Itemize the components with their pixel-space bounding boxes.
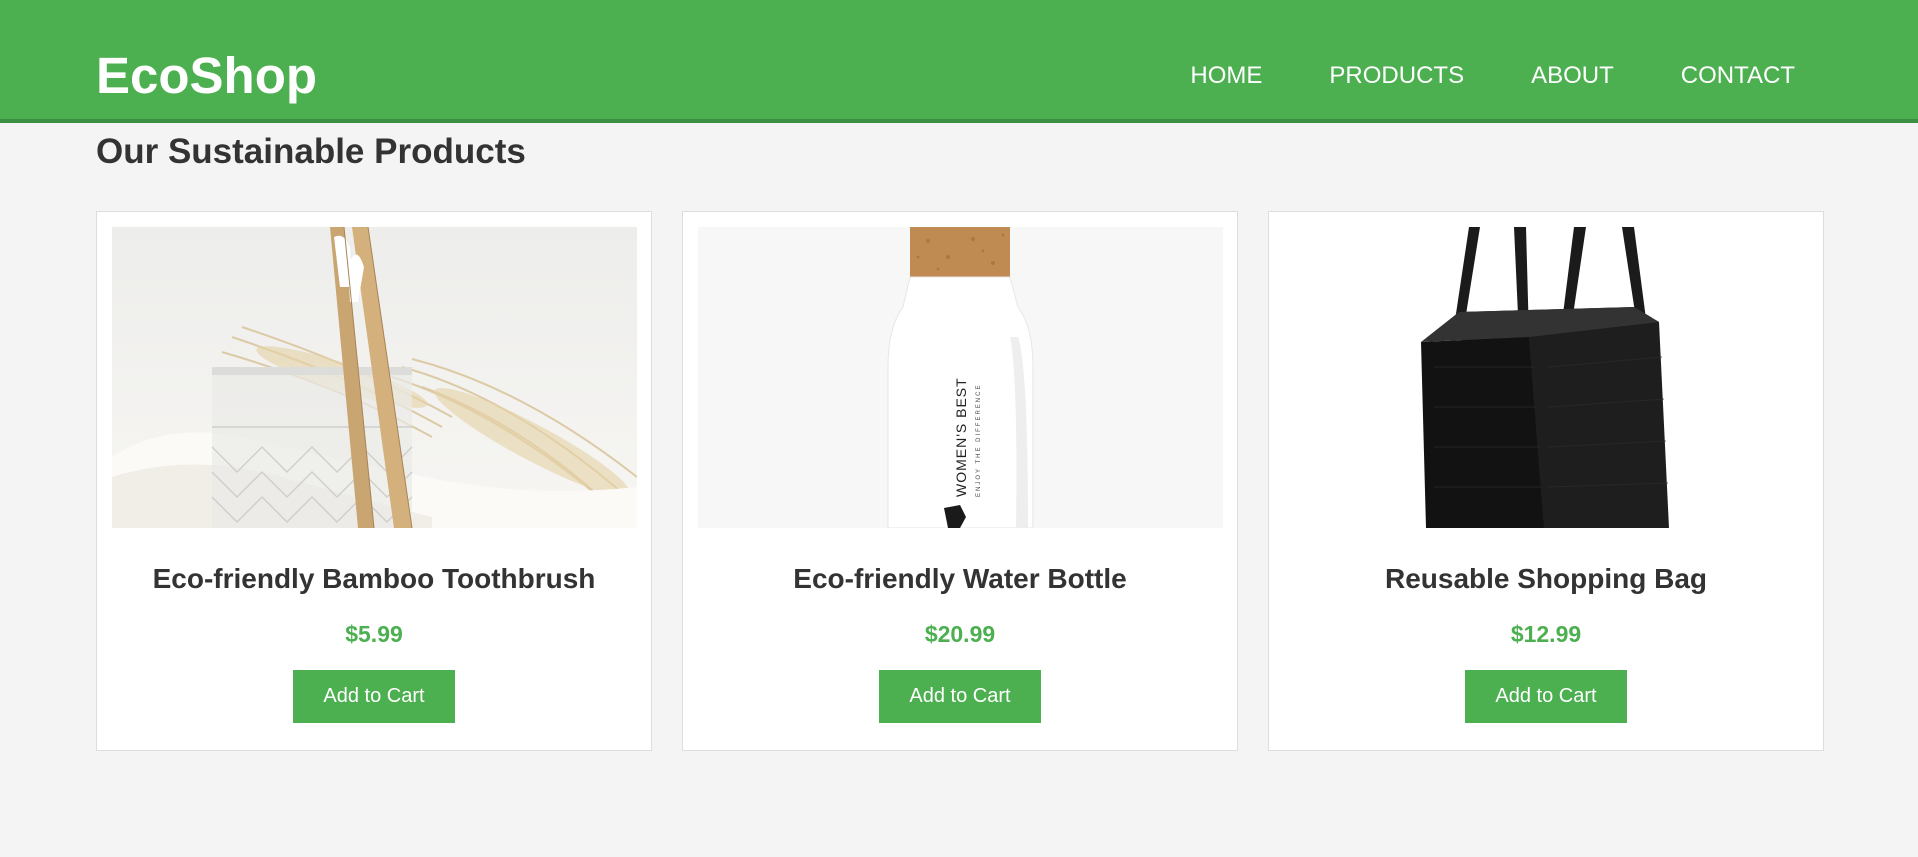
main-nav: HOME PRODUCTS ABOUT CONTACT: [1190, 64, 1795, 88]
nav-home-link[interactable]: HOME: [1190, 64, 1262, 88]
product-price: $5.99: [345, 620, 403, 647]
product-price: $20.99: [924, 620, 996, 647]
site-header: EcoShop HOME PRODUCTS ABOUT CONTACT: [0, 0, 1918, 123]
product-price: $12.99: [1510, 620, 1582, 647]
product-name: Reusable Shopping Bag: [1384, 563, 1708, 594]
add-to-cart-button[interactable]: Add to Cart: [293, 669, 455, 723]
nav-about-link[interactable]: ABOUT: [1531, 64, 1614, 88]
add-to-cart-button[interactable]: Add to Cart: [1465, 669, 1627, 723]
site-logo[interactable]: EcoShop: [96, 50, 317, 101]
water-bottle-photo: WOMEN'S BEST ENJOY THE DIFFERENCE: [698, 227, 1223, 528]
shopping-bag-image[interactable]: [1284, 227, 1809, 528]
bamboo-toothbrush-photo: [112, 227, 637, 528]
bottle-label-text: WOMEN'S BEST: [953, 377, 969, 497]
product-card: Reusable Shopping Bag $12.99 Add to Cart: [1268, 211, 1824, 751]
product-name: Eco-friendly Bamboo Toothbrush: [152, 563, 596, 594]
product-grid: Eco-friendly Bamboo Toothbrush $5.99 Add…: [96, 211, 1824, 751]
bottle-label-subtext: ENJOY THE DIFFERENCE: [976, 384, 982, 497]
bamboo-toothbrush-image[interactable]: [112, 227, 637, 528]
product-card: WOMEN'S BEST ENJOY THE DIFFERENCE Eco-fr…: [682, 211, 1238, 751]
shopping-bag-photo: [1284, 227, 1809, 528]
add-to-cart-button[interactable]: Add to Cart: [879, 669, 1041, 723]
product-card: Eco-friendly Bamboo Toothbrush $5.99 Add…: [96, 211, 652, 751]
nav-products-link[interactable]: PRODUCTS: [1329, 64, 1464, 88]
water-bottle-image[interactable]: WOMEN'S BEST ENJOY THE DIFFERENCE: [698, 227, 1223, 528]
nav-contact-link[interactable]: CONTACT: [1681, 64, 1795, 88]
page-title: Our Sustainable Products: [96, 132, 526, 171]
product-name: Eco-friendly Water Bottle: [793, 563, 1127, 594]
